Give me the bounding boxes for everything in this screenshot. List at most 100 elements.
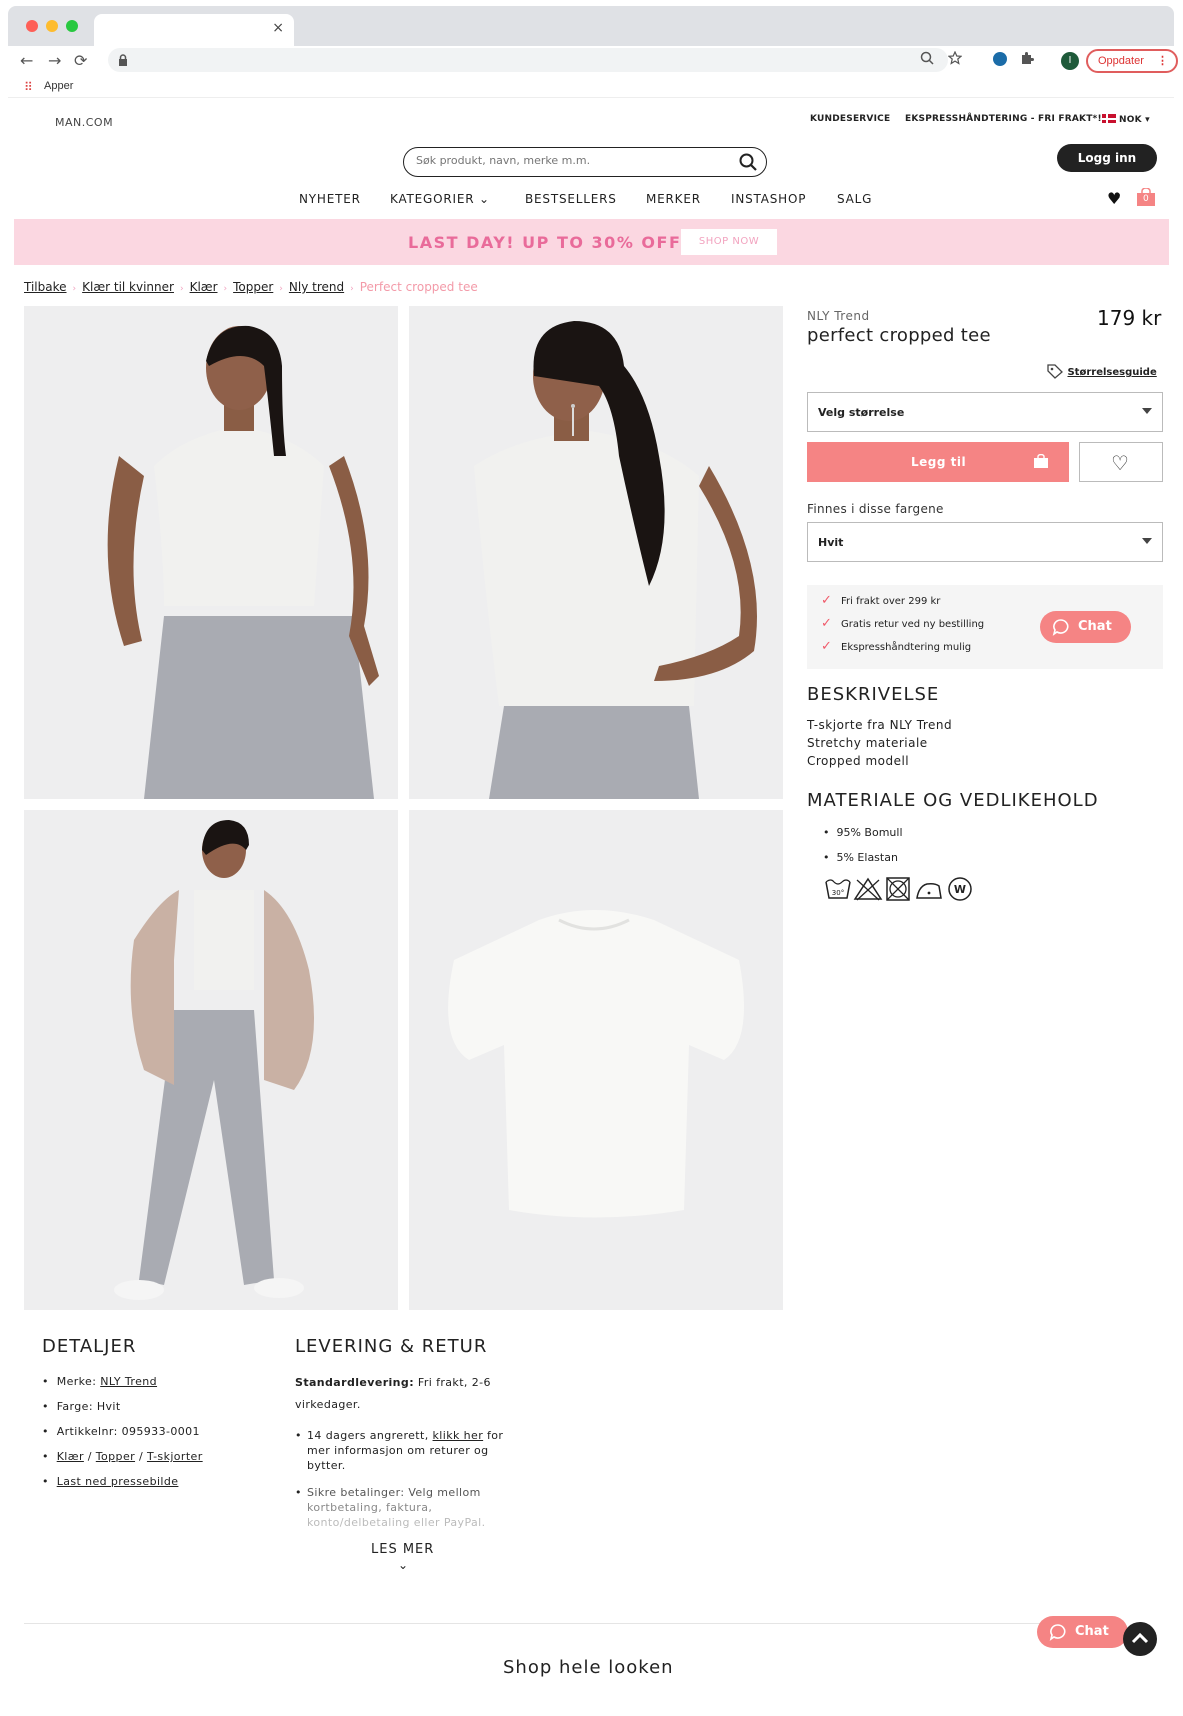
scroll-to-top-button[interactable] xyxy=(1123,1622,1157,1656)
chat-button[interactable]: Chat xyxy=(1040,611,1131,643)
search-icon[interactable] xyxy=(738,152,758,172)
bullet: • xyxy=(295,1486,302,1499)
bag-icon xyxy=(1034,454,1048,468)
breadcrumb-tops[interactable]: Topper xyxy=(233,280,273,294)
close-window-icon[interactable] xyxy=(26,20,38,32)
description-line: Stretchy materiale xyxy=(807,736,928,750)
zoom-icon[interactable] xyxy=(920,51,934,65)
details-color-text: Farge: Hvit xyxy=(56,1400,121,1413)
express-shipping-link[interactable]: EKSPRESSHÅNDTERING - FRI FRAKT*! xyxy=(905,114,1102,124)
search-input[interactable] xyxy=(416,154,726,167)
nav-bestsellers[interactable]: BESTSELLERS xyxy=(525,192,617,206)
login-button[interactable]: Logg inn xyxy=(1057,144,1157,172)
payment-line: kortbetaling, faktura, xyxy=(307,1501,433,1514)
description-title: BESKRIVELSE xyxy=(807,684,940,705)
nav-instashop[interactable]: INSTASHOP xyxy=(731,192,806,206)
nav-salg[interactable]: SALG xyxy=(837,192,872,206)
floating-chat-button[interactable]: Chat xyxy=(1037,1616,1128,1648)
category-link-tshirts[interactable]: T-skjorter xyxy=(147,1450,203,1463)
back-icon[interactable]: ← xyxy=(20,51,33,70)
breadcrumb-women[interactable]: Klær til kvinner xyxy=(82,280,174,294)
caret-down-icon xyxy=(1142,538,1152,544)
breadcrumb-back[interactable]: Tilbake xyxy=(24,280,67,294)
usp-express: Ekspresshåndtering mulig xyxy=(841,642,972,653)
browser-tab[interactable]: × xyxy=(94,14,294,46)
breadcrumb-current: Perfect cropped tee xyxy=(359,280,478,294)
add-to-cart-label: Legg til xyxy=(911,455,967,469)
delivery-title: LEVERING & RETUR xyxy=(295,1336,488,1357)
details-brand-label: Merke: xyxy=(56,1375,101,1388)
add-to-cart-button[interactable]: Legg til xyxy=(807,442,1069,482)
product-photo-back[interactable] xyxy=(409,306,783,799)
bullet: • xyxy=(295,1429,302,1442)
profile-avatar[interactable]: I xyxy=(1061,52,1079,70)
category-link-clothes[interactable]: Klær xyxy=(57,1450,84,1463)
color-select-value: Hvit xyxy=(818,536,844,549)
tab-close-icon[interactable]: × xyxy=(272,20,284,36)
description-line: T-skjorte fra NLY Trend xyxy=(807,718,953,732)
bag-count: 0 xyxy=(1143,194,1149,204)
promo-banner[interactable]: LAST DAY! UP TO 30% OFF SHOP NOW xyxy=(14,219,1169,265)
details-color: • Farge: Hvit xyxy=(42,1400,121,1413)
details-brand: • Merke: NLY Trend xyxy=(42,1375,158,1388)
size-select-value: Velg størrelse xyxy=(818,406,905,419)
address-bar[interactable] xyxy=(108,48,948,72)
check-icon: ✓ xyxy=(821,639,832,654)
chat-bubble-icon xyxy=(1049,1624,1066,1641)
category-separator: / xyxy=(135,1450,147,1463)
bookmark-star-icon[interactable] xyxy=(948,51,962,65)
nav-kategorier[interactable]: KATEGORIER ⌄ xyxy=(390,192,490,206)
currency-selector[interactable]: NOK ▾ xyxy=(1102,114,1150,125)
return-info-link[interactable]: klikk her xyxy=(433,1429,484,1442)
minimize-window-icon[interactable] xyxy=(46,20,58,32)
apps-grid-icon[interactable]: ⠿ xyxy=(24,80,33,94)
update-label: Oppdater xyxy=(1098,55,1144,67)
add-to-wishlist-button[interactable]: ♡ xyxy=(1079,442,1163,482)
breadcrumb-clothes[interactable]: Klær xyxy=(190,280,218,294)
shop-the-look-title: Shop hele looken xyxy=(503,1657,674,1678)
delivery-payment: • Sikre betalinger: Velg mellom kortbeta… xyxy=(295,1485,525,1530)
material-item-text: 5% Elastan xyxy=(836,851,898,864)
size-select[interactable]: Velg størrelse xyxy=(807,392,1163,432)
section-divider xyxy=(24,1623,1124,1624)
details-brand-link[interactable]: NLY Trend xyxy=(100,1375,157,1388)
usp-free-returns: Gratis retur ved ny bestilling xyxy=(841,619,985,630)
size-guide-label: Størrelsesguide xyxy=(1067,367,1157,378)
payment-line: konto/delbetaling eller PayPal. xyxy=(307,1516,486,1529)
reload-icon[interactable]: ⟳ xyxy=(74,51,87,70)
bookmarks-bar: ⠿ Apper xyxy=(8,76,1174,98)
update-button[interactable]: Oppdater ⋮ xyxy=(1086,49,1178,73)
shopping-bag-icon[interactable]: 0 xyxy=(1136,187,1156,206)
product-photo-front[interactable] xyxy=(24,306,398,799)
press-image-link[interactable]: Last ned pressebilde xyxy=(57,1475,179,1488)
puzzle-icon[interactable] xyxy=(1020,51,1034,65)
product-brand[interactable]: NLY Trend xyxy=(807,309,870,323)
forward-icon[interactable]: → xyxy=(48,51,61,70)
customer-service-link[interactable]: KUNDESERVICE xyxy=(810,114,890,124)
nav-nyheter[interactable]: NYHETER xyxy=(299,192,361,206)
apps-bookmark[interactable]: Apper xyxy=(44,80,73,92)
shop-now-button[interactable]: SHOP NOW xyxy=(681,229,777,255)
norway-flag-icon xyxy=(1102,114,1116,123)
details-press: • Last ned pressebilde xyxy=(42,1475,179,1488)
wishlist-heart-icon[interactable]: ♥ xyxy=(1107,189,1121,208)
read-more-button[interactable]: LES MER xyxy=(371,1542,434,1557)
color-select[interactable]: Hvit xyxy=(807,522,1163,562)
category-link-tops[interactable]: Topper xyxy=(96,1450,135,1463)
chevron-down-icon[interactable]: ⌄ xyxy=(398,1558,408,1572)
breadcrumb-nly-trend[interactable]: Nly trend xyxy=(289,280,344,294)
product-name: perfect cropped tee xyxy=(807,325,991,346)
currency-label: NOK xyxy=(1119,115,1142,125)
site-logo[interactable]: MAN.COM xyxy=(55,116,113,129)
breadcrumb: Tilbake › Klær til kvinner › Klær › Topper › Nly… xyxy=(24,280,478,294)
product-photo-full-look[interactable] xyxy=(24,810,398,1310)
size-guide-link[interactable]: Størrelsesguide xyxy=(1046,363,1157,379)
maximize-window-icon[interactable] xyxy=(66,20,78,32)
extension-icon[interactable] xyxy=(993,52,1007,66)
details-title: DETALJER xyxy=(42,1336,137,1357)
nav-merker[interactable]: MERKER xyxy=(646,192,701,206)
product-photo-flat[interactable] xyxy=(409,810,783,1310)
usp-free-shipping: Fri frakt over 299 kr xyxy=(841,596,941,607)
heart-outline-icon: ♡ xyxy=(1111,451,1129,475)
svg-text:30°: 30° xyxy=(832,889,844,897)
